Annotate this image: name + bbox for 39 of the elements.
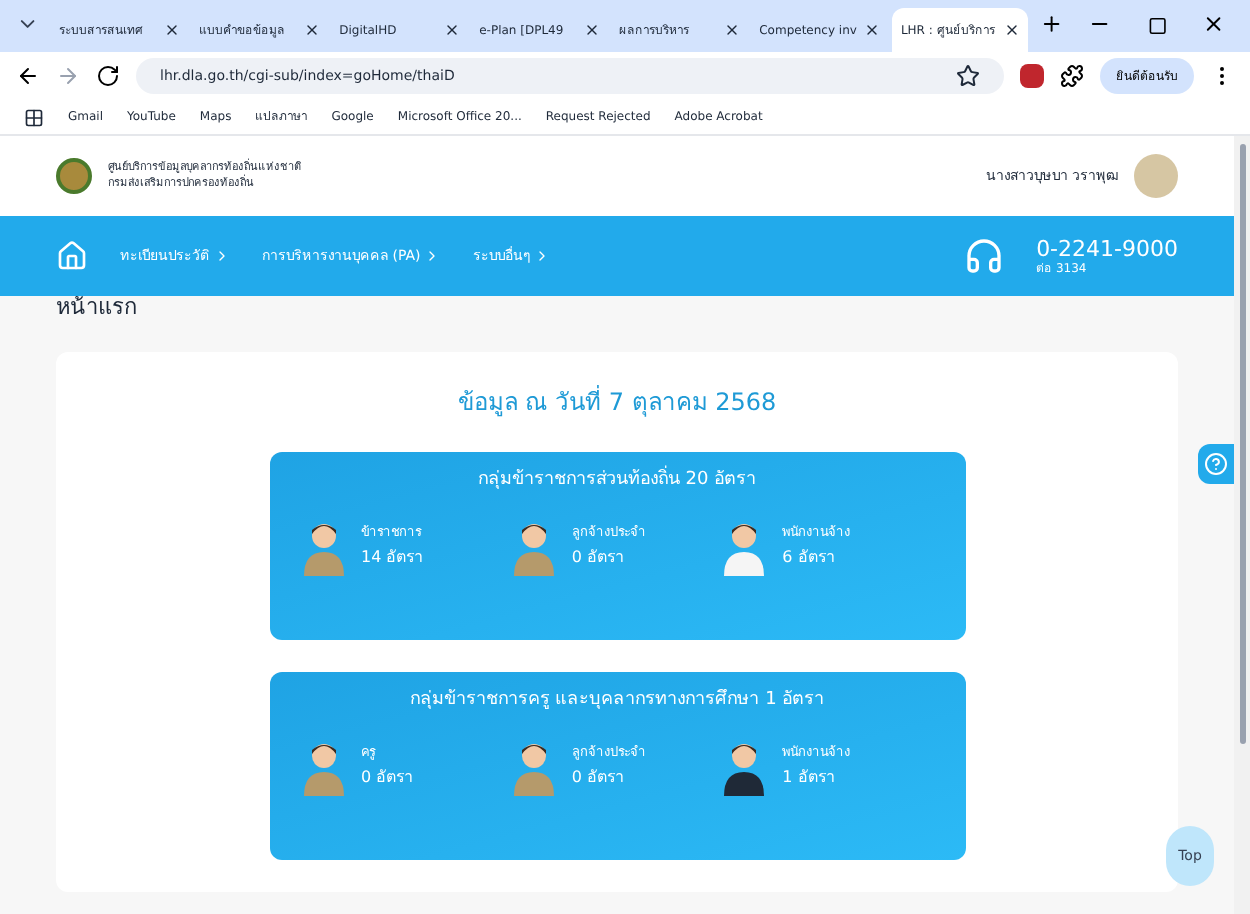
group-title: กลุ่มข้าราชการครู และบุคลากรทางการศึกษา 1 อัตรา bbox=[409, 688, 825, 714]
home-icon[interactable] bbox=[56, 240, 88, 272]
maximize-icon[interactable] bbox=[1147, 16, 1167, 36]
forward-icon[interactable] bbox=[56, 64, 80, 88]
phone-number: 0-2241-9000 bbox=[1036, 237, 1178, 259]
close-icon[interactable] bbox=[1004, 22, 1021, 38]
person-icon bbox=[722, 519, 767, 575]
help-button[interactable] bbox=[1198, 444, 1234, 484]
new-tab-icon[interactable] bbox=[1040, 12, 1065, 36]
bookmark-star-icon[interactable] bbox=[956, 64, 980, 88]
emblem-logo bbox=[56, 158, 92, 194]
staff-count: 0 อัตรา bbox=[571, 546, 625, 571]
group-title: กลุ่มข้าราชการส่วนท้องถิ่น 20 อัตรา bbox=[477, 468, 757, 495]
staff-count: 14 อัตรา bbox=[361, 546, 423, 571]
close-icon[interactable] bbox=[723, 22, 740, 38]
extensions-icon[interactable] bbox=[1060, 64, 1084, 88]
person-icon bbox=[722, 739, 767, 795]
close-icon[interactable] bbox=[303, 22, 320, 38]
page-title: หน้าแรก bbox=[54, 296, 140, 320]
headset-icon bbox=[964, 236, 1005, 276]
staff-count: 0 อัตรา bbox=[361, 766, 413, 791]
back-icon[interactable] bbox=[16, 64, 40, 88]
reload-icon[interactable] bbox=[96, 64, 120, 88]
close-icon[interactable] bbox=[583, 22, 600, 38]
person-icon bbox=[301, 739, 345, 795]
staff-count: 1 อัตรา bbox=[782, 766, 836, 791]
chevron-right-icon bbox=[214, 248, 230, 264]
staff-count: 6 อัตรา bbox=[782, 546, 836, 571]
person-icon bbox=[511, 519, 556, 575]
close-icon[interactable] bbox=[1202, 12, 1226, 36]
person-icon bbox=[301, 519, 345, 575]
help-icon bbox=[1204, 452, 1228, 476]
close-icon[interactable] bbox=[443, 22, 460, 38]
staff-count: 0 อัตรา bbox=[571, 766, 625, 791]
close-icon[interactable] bbox=[163, 22, 180, 38]
date-heading: ข้อมูล ณ วันที่ 7 ตุลาคม 2568 bbox=[457, 384, 777, 420]
close-icon[interactable] bbox=[864, 22, 881, 38]
person-icon bbox=[511, 739, 556, 795]
apps-icon[interactable] bbox=[24, 107, 44, 127]
